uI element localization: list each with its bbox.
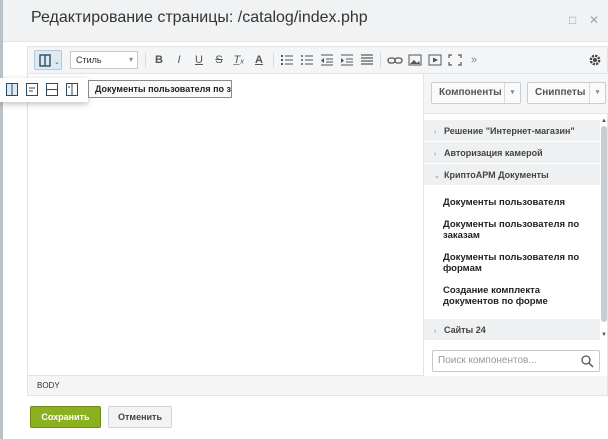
align-button[interactable]	[360, 52, 374, 68]
code-icon[interactable]	[26, 83, 38, 96]
scroll-thumb[interactable]	[601, 126, 607, 322]
editor-toolbar: ⌄ Стиль ▾ B I U S T̲ₓ A »	[27, 46, 608, 74]
horizontal-split-icon[interactable]	[46, 83, 58, 96]
image-icon	[408, 54, 422, 66]
font-color-button[interactable]: A	[252, 52, 266, 68]
toolbar-divider	[380, 53, 381, 67]
cancel-button[interactable]: Отменить	[108, 406, 172, 428]
view-mode-popup	[0, 78, 88, 102]
scroll-down-icon[interactable]: ▼	[601, 332, 607, 338]
panel-tabs: Компоненты ▾ Сниппеты ▾	[424, 74, 608, 114]
ordered-list-icon	[281, 55, 293, 65]
image-button[interactable]	[408, 52, 422, 68]
save-button[interactable]: Сохранить	[30, 406, 101, 428]
list-item[interactable]: Документы пользователя	[424, 197, 600, 208]
view-mode-button[interactable]: ⌄	[34, 50, 62, 70]
svg-text:⌄: ⌄	[54, 58, 60, 66]
list-group[interactable]: › Авторизация камерой	[424, 142, 600, 164]
dialog-header: Редактирование страницы: /catalog/index.…	[3, 0, 608, 42]
close-icon[interactable]: ✕	[589, 13, 599, 27]
link-icon	[387, 57, 403, 64]
square-icon[interactable]: □	[569, 13, 576, 27]
outdent-button[interactable]	[320, 52, 334, 68]
style-select[interactable]: Стиль ▾	[70, 51, 138, 69]
indent-icon	[341, 54, 353, 66]
scroll-up-icon[interactable]: ▲	[601, 118, 607, 124]
unordered-list-button[interactable]	[300, 52, 314, 68]
strike-button[interactable]: S	[212, 52, 226, 68]
tab-components[interactable]: Компоненты ▾	[431, 82, 521, 104]
edit-page-dialog: Редактирование страницы: /catalog/index.…	[0, 0, 608, 439]
link-button[interactable]	[387, 52, 403, 68]
fullscreen-icon	[448, 54, 462, 66]
list-item[interactable]: Создание комплекта документов по форме	[424, 285, 600, 307]
list-group[interactable]: › Сайты 24	[424, 319, 600, 341]
search-icon[interactable]	[580, 354, 594, 368]
ordered-list-button[interactable]	[280, 52, 294, 68]
component-search[interactable]: Поиск компонентов...	[432, 350, 600, 372]
bold-button[interactable]: B	[152, 52, 166, 68]
chevron-down-icon[interactable]: ▾	[504, 83, 520, 103]
video-button[interactable]	[428, 52, 442, 68]
underline-button[interactable]: U	[192, 52, 206, 68]
chevron-down-icon: ▾	[128, 55, 133, 64]
fullscreen-button[interactable]	[448, 52, 462, 68]
split-view-icon: ⌄	[39, 54, 60, 67]
tab-snippets[interactable]: Сниппеты ▾	[527, 82, 606, 104]
chevron-down-icon[interactable]: ▾	[589, 83, 605, 103]
toolbar-divider	[145, 53, 146, 67]
components-list: › Решение "Интернет-магазин" › Авторизация…	[424, 114, 600, 344]
clear-format-button[interactable]: T̲ₓ	[232, 52, 246, 68]
chevron-down-icon: ⌄	[434, 173, 440, 180]
editor-area[interactable]	[27, 74, 423, 376]
dialog-title: Редактирование страницы: /catalog/index.…	[31, 9, 368, 26]
gear-icon	[589, 54, 601, 66]
list-item[interactable]: Документы пользователя по формам	[424, 252, 600, 274]
indent-button[interactable]	[340, 52, 354, 68]
tooltip: Документы пользователя по заказам	[88, 80, 232, 98]
unordered-list-icon	[301, 55, 313, 65]
chevron-right-icon: ›	[434, 151, 437, 158]
vertical-split-icon[interactable]	[66, 83, 78, 96]
list-group[interactable]: ⌄ КриптоАРМ Документы	[424, 164, 600, 186]
components-panel: Компоненты ▾ Сниппеты ▾ › Решение "Интерн…	[423, 74, 608, 376]
status-path[interactable]: BODY	[27, 376, 608, 396]
list-scrollbar[interactable]: ▲ ▼	[600, 118, 608, 340]
video-icon	[428, 54, 442, 66]
search-input[interactable]: Поиск компонентов...	[438, 355, 537, 366]
outdent-icon	[321, 54, 333, 66]
chevron-right-icon: ›	[434, 129, 437, 136]
more-button[interactable]: »	[468, 52, 480, 68]
code-and-editor-icon[interactable]	[6, 83, 18, 96]
chevron-right-icon: ›	[434, 328, 437, 335]
list-item[interactable]: Документы пользователя по заказам	[424, 219, 600, 241]
list-group[interactable]: › Решение "Интернет-магазин"	[424, 120, 600, 142]
toolbar-divider	[273, 53, 274, 67]
align-justify-icon	[361, 54, 373, 65]
italic-button[interactable]: I	[172, 52, 186, 68]
settings-button[interactable]	[588, 52, 602, 68]
